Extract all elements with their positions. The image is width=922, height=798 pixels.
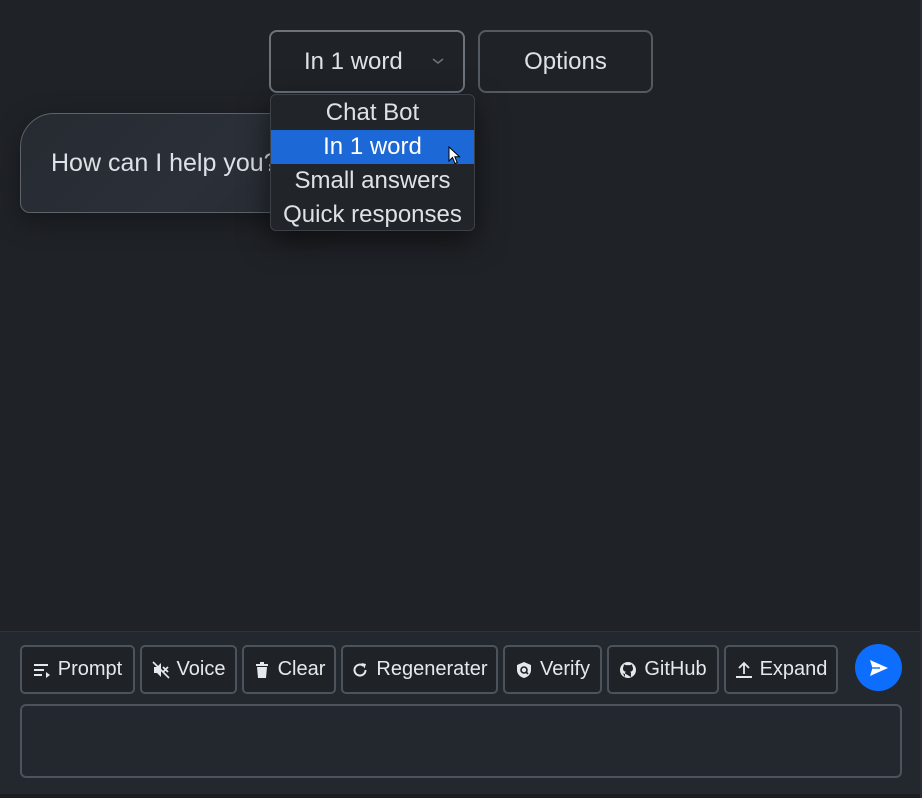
mode-option-small-answers[interactable]: Small answers: [271, 164, 474, 198]
github-button[interactable]: GitHub: [607, 645, 719, 694]
verify-button[interactable]: Verify: [503, 645, 602, 694]
voice-button[interactable]: Voice: [140, 645, 237, 694]
bottom-edge: [0, 794, 920, 798]
github-button-label: GitHub: [644, 658, 707, 680]
github-icon: [620, 661, 637, 678]
expand-button[interactable]: Expand: [724, 645, 838, 694]
clear-button[interactable]: Clear: [242, 645, 336, 694]
options-button-label: Options: [524, 47, 607, 75]
voice-button-label: Voice: [176, 658, 226, 680]
mode-option-quick-responses[interactable]: Quick responses: [271, 198, 474, 230]
mode-select-value: In 1 word: [304, 47, 403, 75]
message-input[interactable]: [20, 704, 902, 778]
trash-icon: [255, 661, 268, 678]
options-button[interactable]: Options: [478, 30, 653, 93]
list-icon: [33, 663, 50, 678]
prompt-button[interactable]: Prompt: [20, 645, 135, 694]
assistant-message-text: How can I help you?: [51, 148, 278, 177]
shield-check-icon: [516, 661, 531, 678]
mode-option-chat-bot[interactable]: Chat Bot: [271, 96, 474, 130]
mouse-cursor-icon: [448, 146, 461, 165]
speaker-muted-icon: [151, 660, 170, 679]
prompt-button-label: Prompt: [57, 658, 123, 680]
verify-button-label: Verify: [539, 658, 591, 680]
upload-arrow-icon: [735, 661, 752, 678]
regenerate-button-label: Regenerater: [376, 658, 488, 680]
composer-area: Prompt Voice Clear Regenerater Verify Gi…: [0, 631, 920, 798]
paper-plane-icon: [869, 659, 888, 676]
clear-button-label: Clear: [277, 658, 326, 680]
expand-button-label: Expand: [759, 658, 828, 680]
mode-option-in-1-word[interactable]: In 1 word: [271, 130, 474, 164]
chevron-down-icon: [432, 58, 444, 64]
regenerate-button[interactable]: Regenerater: [341, 645, 498, 694]
mode-dropdown-list: Chat Bot In 1 word Small answers Quick r…: [270, 94, 475, 231]
refresh-icon: [353, 662, 367, 677]
send-button[interactable]: [855, 644, 902, 691]
mode-select[interactable]: In 1 word: [269, 30, 465, 93]
